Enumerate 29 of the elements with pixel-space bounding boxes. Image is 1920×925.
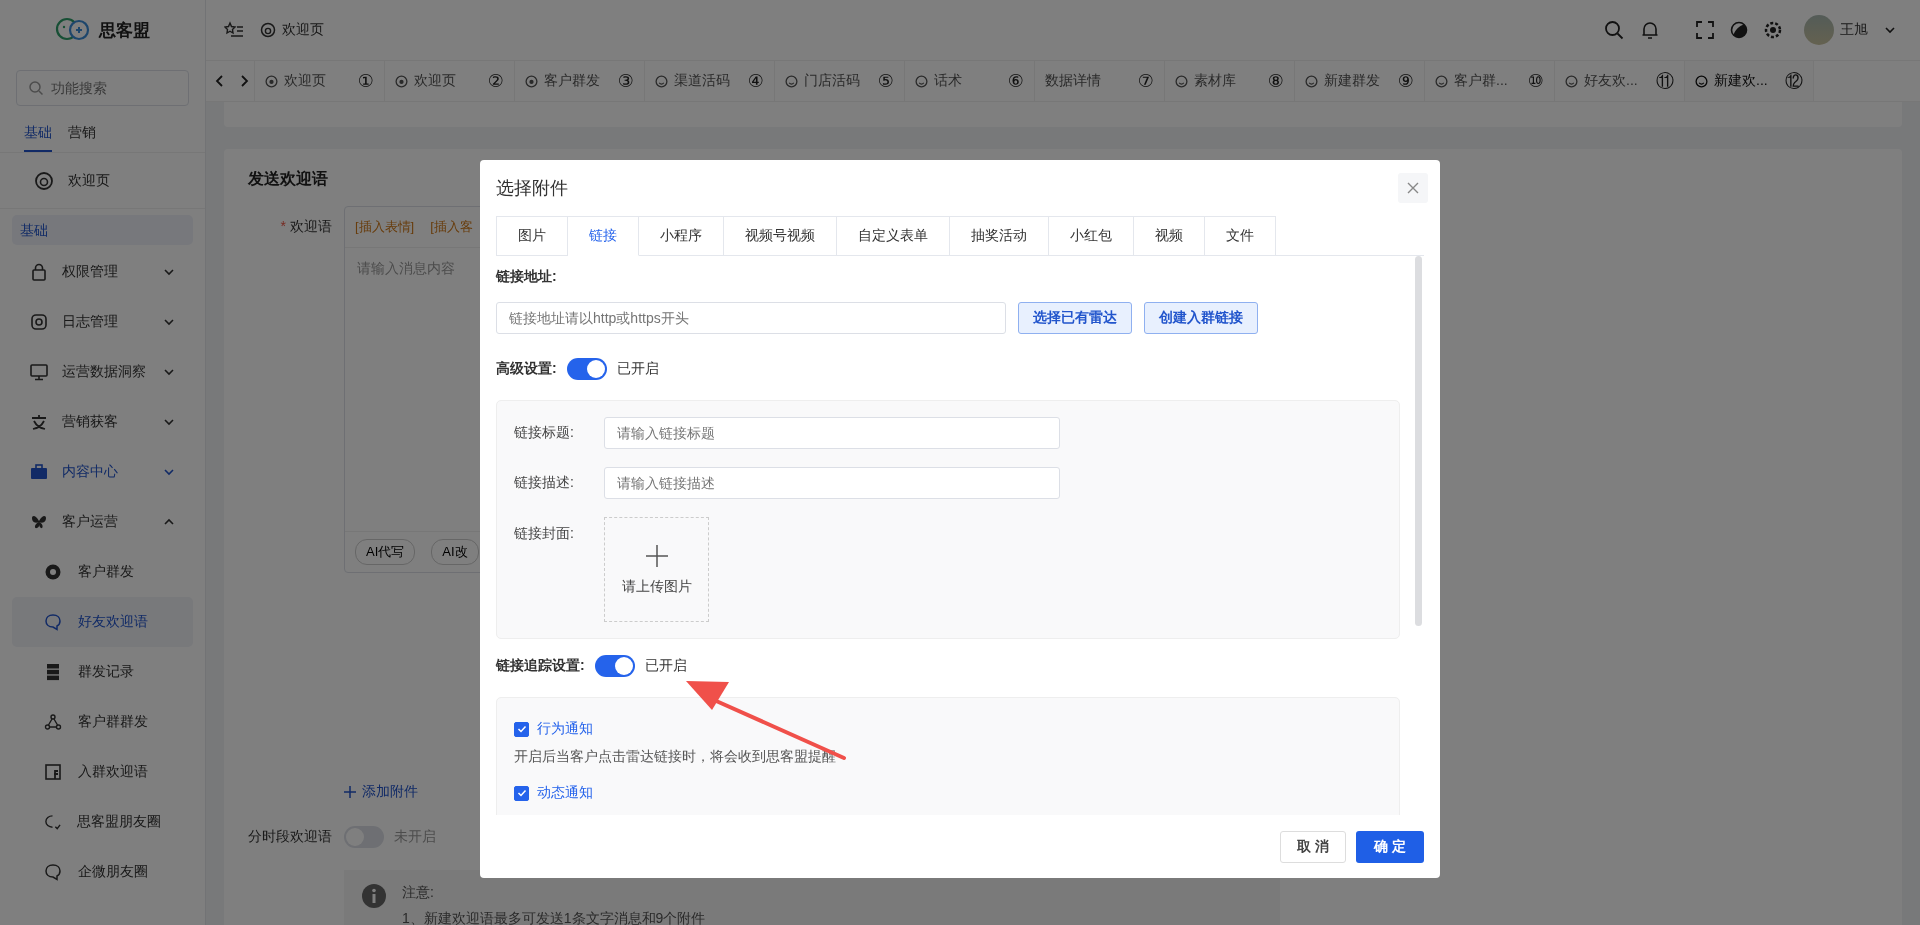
- tab-number: ⑥: [1007, 70, 1024, 92]
- tab-number: ⑫: [1785, 70, 1803, 93]
- tab-number: ②: [487, 70, 504, 92]
- tab-number: ⑤: [877, 70, 894, 92]
- app-name: 思客盟: [99, 19, 150, 42]
- tab-number: ④: [747, 70, 764, 92]
- required-mark: *: [280, 218, 286, 234]
- tab-number: ③: [617, 70, 634, 92]
- field-label: 链接封面:: [514, 524, 575, 543]
- tab-number: ⑦: [1137, 70, 1154, 92]
- tab-number: ⑩: [1527, 70, 1544, 92]
- tab-number: ⑧: [1267, 70, 1284, 92]
- field-label: 欢迎语: [290, 218, 332, 234]
- field-label: 链接描述:: [514, 474, 575, 492]
- field-label: 链接地址:: [496, 268, 558, 286]
- tab-number: ⑪: [1656, 70, 1674, 93]
- tab-number: ①: [357, 70, 374, 92]
- field-label: 高级设置:: [496, 360, 557, 378]
- notice-title: 注意:: [402, 884, 435, 902]
- section-title: 发送欢迎语: [248, 169, 328, 189]
- notice-text: 1、新建欢迎语最多可发送1条文字消息和9个附件: [402, 910, 706, 925]
- field-label: 链接追踪设置:: [496, 657, 585, 675]
- switch-status: 已开启: [616, 360, 659, 378]
- dialog-title: 选择附件: [496, 177, 568, 200]
- tab-number: ⑨: [1397, 70, 1414, 92]
- field-label: 分时段欢迎语: [248, 828, 332, 846]
- switch-status: 已开启: [644, 657, 687, 675]
- field-label: 链接标题:: [514, 424, 575, 442]
- menu-group-label: 基础: [12, 215, 193, 245]
